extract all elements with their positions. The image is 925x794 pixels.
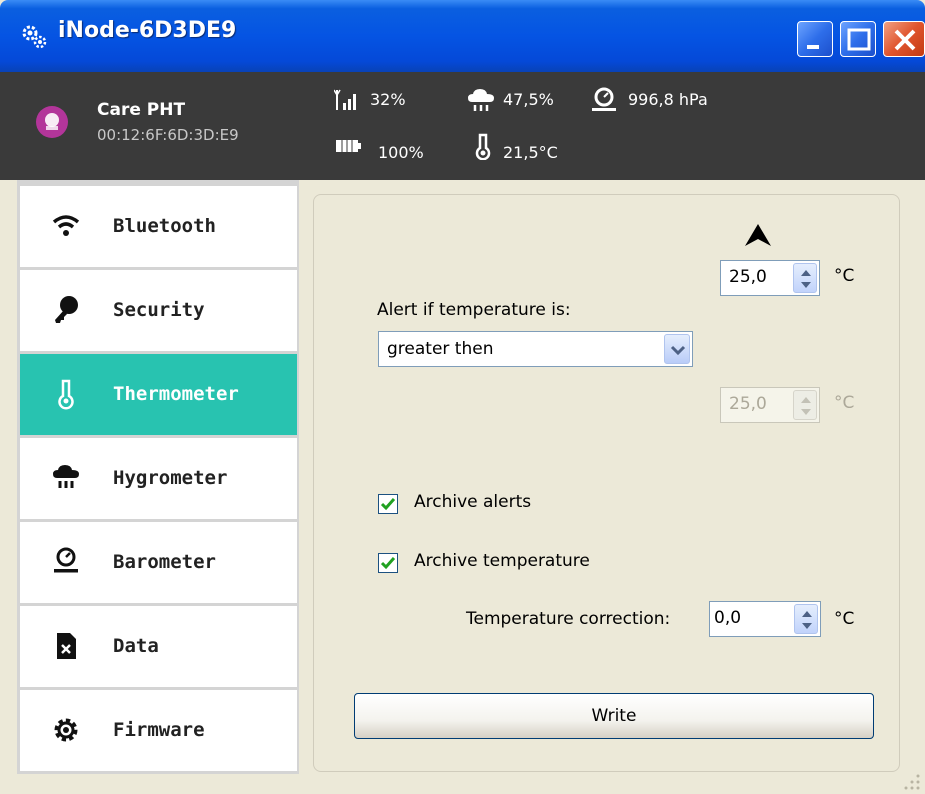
- barometer-icon: [592, 87, 616, 111]
- sidebar-item-barometer[interactable]: Barometer: [20, 522, 297, 603]
- archive-alerts-checkbox[interactable]: [378, 494, 398, 514]
- lower-threshold-unit: °C: [834, 393, 855, 413]
- sidebar-item-label: Barometer: [113, 551, 216, 573]
- sidebar-item-firmware[interactable]: Firmware: [20, 690, 297, 771]
- file-x-icon: [57, 633, 76, 659]
- sidebar-item-label: Hygrometer: [113, 467, 228, 489]
- device-name: Care PHT: [97, 100, 186, 120]
- device-icon: [45, 113, 59, 130]
- checkmark-icon: [380, 557, 396, 570]
- thermometer-icon: [58, 379, 74, 410]
- spin-arrows-icon: [801, 397, 811, 415]
- lower-threshold-spinner[interactable]: 25,0: [720, 387, 820, 423]
- chevron-down-icon: [670, 345, 686, 356]
- device-mac: 00:12:6F:6D:3D:E9: [97, 126, 239, 144]
- sidebar-item-label: Security: [113, 299, 205, 321]
- sidebar-item-hygrometer[interactable]: Hygrometer: [20, 438, 297, 519]
- lower-threshold-arrows[interactable]: [793, 390, 817, 420]
- sidebar-item-security[interactable]: Security: [20, 270, 297, 351]
- maximize-icon: [847, 28, 871, 51]
- archive-alerts-label: Archive alerts: [414, 492, 532, 512]
- sidebar-item-label: Firmware: [113, 719, 205, 741]
- minimize-button[interactable]: [797, 21, 833, 57]
- sidebar-item-label: Data: [113, 635, 159, 657]
- checkmark-icon: [380, 498, 396, 511]
- alert-condition-select[interactable]: greater then: [378, 331, 693, 367]
- temperature-correction-spinner[interactable]: 0,0: [709, 601, 821, 637]
- signal-icon: [334, 89, 356, 110]
- barometer-icon: [54, 547, 78, 573]
- upper-threshold-spinner[interactable]: 25,0: [720, 260, 820, 296]
- battery-value: 100%: [378, 143, 424, 162]
- write-button-label: Write: [591, 706, 637, 726]
- sidebar-item-label: Bluetooth: [113, 215, 216, 237]
- archive-temperature-checkbox[interactable]: [378, 553, 398, 573]
- title-bar[interactable]: iNode-6D3DE9: [0, 0, 925, 72]
- sidebar-item-thermometer[interactable]: Thermometer: [20, 354, 297, 435]
- device-header: Care PHT 00:12:6F:6D:3D:E9 32% 47,5% 996…: [0, 72, 925, 180]
- temperature-correction-label: Temperature correction:: [466, 609, 671, 629]
- alert-condition-value: greater then: [387, 339, 494, 359]
- gears-icon: [22, 25, 47, 49]
- pressure-value: 996,8 hPa: [628, 90, 708, 109]
- rain-cloud-icon: [53, 465, 79, 488]
- device-avatar: [36, 106, 68, 138]
- sidebar-item-label: Thermometer: [113, 383, 239, 405]
- arrow-up-icon: [745, 224, 771, 246]
- upper-threshold-arrows[interactable]: [793, 263, 817, 293]
- window-title: iNode-6D3DE9: [58, 18, 237, 43]
- minimize-icon: [807, 45, 819, 49]
- close-icon: [894, 29, 916, 51]
- battery-icon: [336, 140, 361, 152]
- lower-threshold-value: 25,0: [729, 394, 767, 414]
- rain-cloud-icon: [468, 89, 494, 111]
- dropdown-button[interactable]: [664, 334, 690, 364]
- sidebar: Bluetooth Security Thermometer Hygromete…: [17, 180, 299, 774]
- close-button[interactable]: [883, 21, 925, 57]
- spin-arrows-icon: [801, 270, 811, 288]
- archive-temperature-label: Archive temperature: [414, 551, 590, 571]
- sidebar-item-bluetooth[interactable]: Bluetooth: [20, 186, 297, 267]
- sidebar-item-data[interactable]: Data: [20, 606, 297, 687]
- thermometer-icon: [475, 133, 491, 160]
- humidity-value: 47,5%: [503, 90, 554, 109]
- upper-threshold-unit: °C: [834, 266, 855, 286]
- temperature-correction-arrows[interactable]: [794, 604, 818, 634]
- key-icon: [55, 296, 78, 323]
- maximize-button[interactable]: [840, 21, 876, 57]
- alert-condition-label: Alert if temperature is:: [377, 300, 571, 320]
- spin-arrows-icon: [802, 611, 812, 629]
- upper-threshold-value: 25,0: [729, 267, 767, 287]
- gear-icon: [54, 718, 78, 742]
- signal-value: 32%: [370, 90, 406, 109]
- temperature-value: 21,5°C: [503, 143, 558, 162]
- temperature-correction-unit: °C: [834, 609, 855, 629]
- write-button[interactable]: Write: [354, 693, 874, 739]
- wifi-icon: [52, 215, 80, 236]
- temperature-correction-value: 0,0: [714, 608, 742, 628]
- resize-grip-icon[interactable]: [900, 770, 922, 792]
